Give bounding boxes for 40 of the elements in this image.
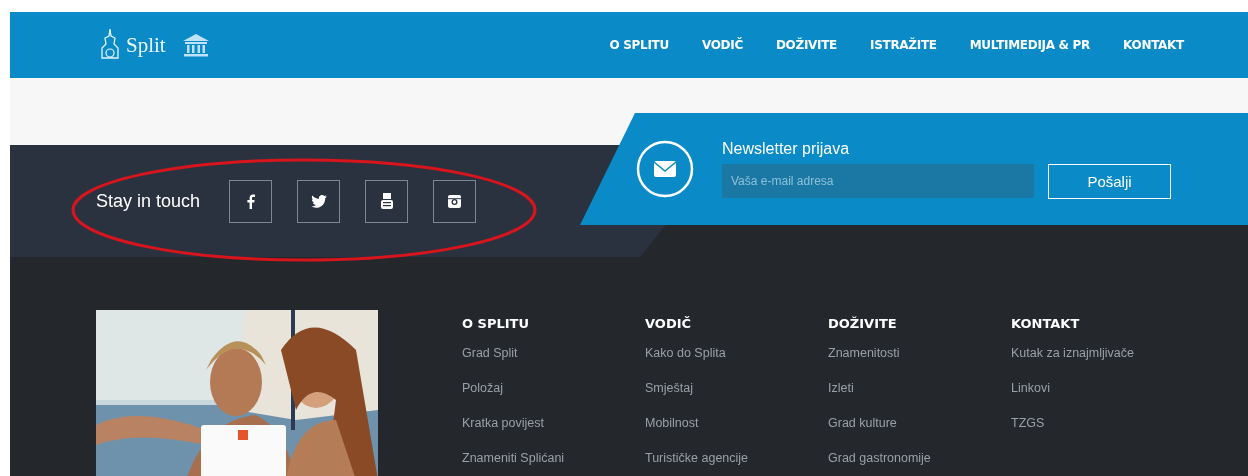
nav-link[interactable]: KONTAKT — [1123, 38, 1184, 52]
footer-link[interactable]: Grad gastronomije — [828, 451, 1011, 476]
temple-icon — [181, 33, 210, 57]
footer-heading: KONTAKT — [1011, 316, 1081, 331]
email-field[interactable]: Vaša e-mail adresa — [722, 163, 1034, 198]
footer-link[interactable]: Turističke agencije — [645, 451, 828, 476]
camera-icon — [448, 194, 462, 208]
social-button[interactable] — [365, 179, 409, 223]
logo-text[interactable]: Split — [126, 32, 166, 58]
nav-link[interactable]: ISTRAŽITE — [870, 38, 937, 52]
envelope-icon — [636, 140, 694, 198]
footer-link[interactable]: TZGS — [1011, 416, 1194, 451]
footer-link[interactable]: Znamenitosti — [828, 346, 1011, 381]
bell-tower-icon — [98, 28, 122, 62]
footer-link[interactable]: Izleti — [828, 381, 1011, 416]
footer-heading: O SPLITU — [462, 316, 530, 331]
social-button[interactable] — [297, 179, 341, 223]
nav-link[interactable]: O SPLITU — [609, 38, 669, 52]
twitter-icon — [310, 194, 327, 208]
send-button[interactable]: Pošalji — [1048, 163, 1171, 199]
nav-link[interactable]: DOŽIVITE — [775, 38, 837, 52]
footer-heading: DOŽIVITE — [828, 316, 898, 331]
footer-link[interactable]: Linkovi — [1011, 381, 1194, 416]
social-button[interactable] — [433, 179, 477, 223]
stay-in-touch-label: Stay in touch — [96, 190, 201, 212]
social-button[interactable] — [229, 179, 273, 223]
footer-link[interactable]: Mobilnost — [645, 416, 828, 451]
nav-link[interactable]: VODIČ — [701, 38, 743, 52]
footer-link[interactable]: Znameniti Splićani — [462, 451, 645, 476]
newsletter-title: Newsletter prijava — [722, 139, 851, 158]
footer-link[interactable]: Kratka povijest — [462, 416, 645, 451]
footer-link[interactable]: Smještaj — [645, 381, 828, 416]
facebook-icon — [246, 193, 255, 209]
nav-link[interactable]: MULTIMEDIJA & PR — [969, 38, 1091, 52]
footer-link[interactable]: Grad kulture — [828, 416, 1011, 451]
footer-link[interactable]: Kako do Splita — [645, 346, 828, 381]
footer-link[interactable]: Položaj — [462, 381, 645, 416]
footer-heading: VODIČ — [645, 316, 693, 331]
footer-link[interactable]: Grad Split — [462, 346, 645, 381]
footer-link[interactable]: Kutak za iznajmljivače — [1011, 346, 1194, 381]
